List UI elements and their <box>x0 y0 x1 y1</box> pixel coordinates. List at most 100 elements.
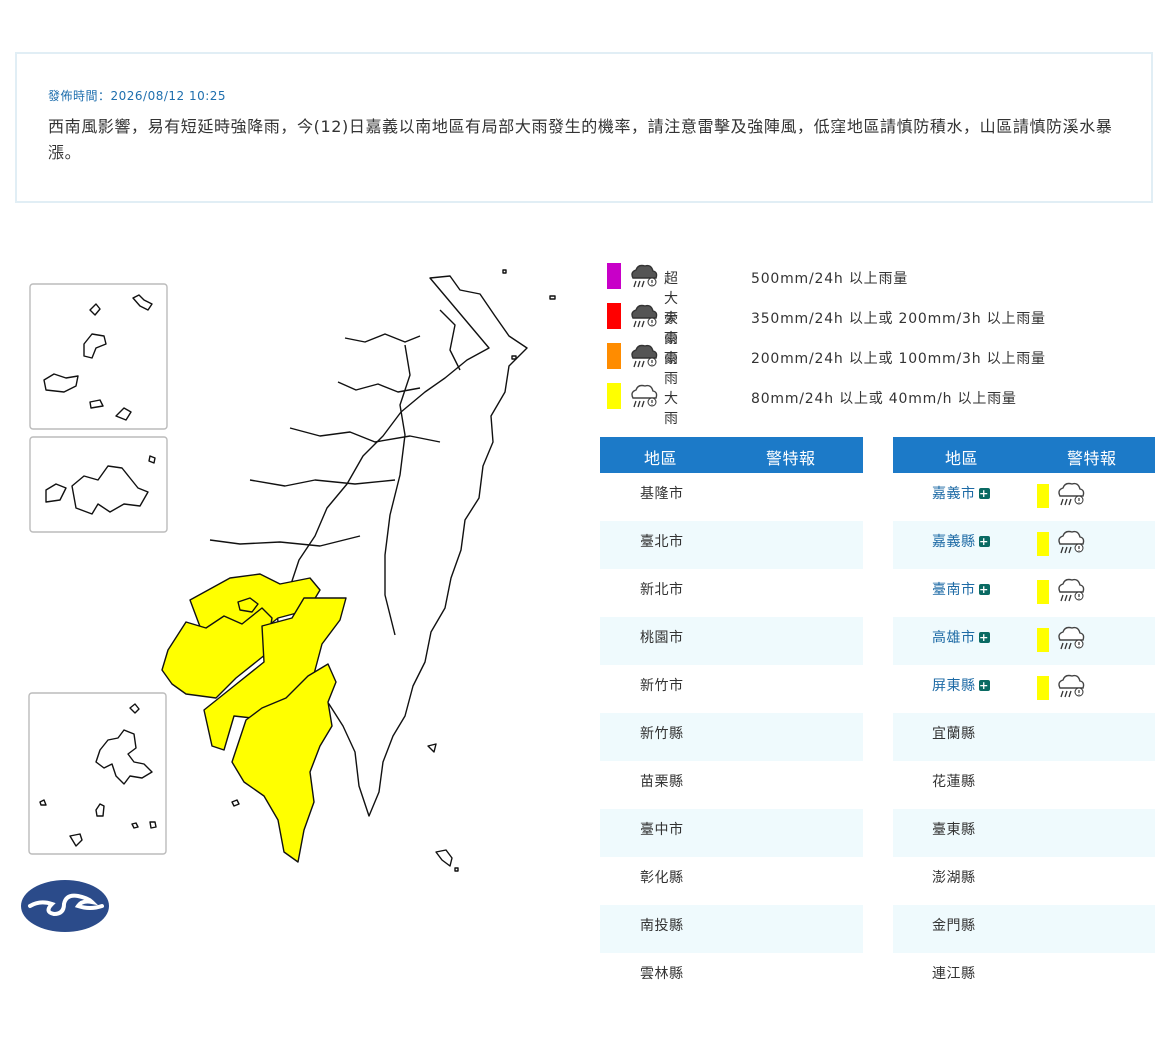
table-row: 臺南市 + <box>893 569 1155 617</box>
area-label: 花蓮縣 <box>932 774 976 790</box>
area-name: 澎湖縣 <box>932 867 976 887</box>
expand-plus-icon[interactable]: + <box>978 536 990 547</box>
warning-icon-wrap <box>1055 528 1085 558</box>
table-row: 宜蘭縣 <box>893 713 1155 761</box>
heavy-rain-icon <box>1058 578 1085 602</box>
area-label: 新北市 <box>640 582 684 598</box>
taiwan-warning-map <box>21 269 556 932</box>
area-name: 連江縣 <box>932 963 976 983</box>
legend-description: 350mm/24h 以上或 200mm/3h 以上雨量 <box>751 311 1046 327</box>
table-row: 新竹縣 <box>600 713 863 761</box>
table-header: 地區 警特報 <box>600 437 863 473</box>
table-row: 臺中市 <box>600 809 863 857</box>
expand-plus-icon[interactable]: + <box>978 680 990 691</box>
legend-color-swatch <box>607 383 621 409</box>
heavy-rain-icon <box>1058 626 1085 650</box>
area-label: 臺東縣 <box>932 822 976 838</box>
table-row: 新竹市 <box>600 665 863 713</box>
area-label[interactable]: 屏東縣 <box>932 678 976 694</box>
torrential-rain-icon <box>631 304 658 328</box>
heavy-rain-icon <box>1058 530 1085 554</box>
area-name: 花蓮縣 <box>932 771 976 791</box>
table-row: 桃園市 <box>600 617 863 665</box>
map-island-green <box>427 743 437 753</box>
table-row: 花蓮縣 <box>893 761 1155 809</box>
extremely-torrential-rain-icon <box>631 264 658 288</box>
table-row: 高雄市 + <box>893 617 1155 665</box>
area-label: 新竹市 <box>640 678 684 694</box>
area-label[interactable]: 嘉義縣 <box>932 534 976 550</box>
area-name: 桃園市 <box>640 627 684 647</box>
table-header: 地區 警特報 <box>893 437 1155 473</box>
area-label: 桃園市 <box>640 630 684 646</box>
area-link[interactable]: 嘉義縣 + <box>932 531 990 551</box>
area-link[interactable]: 屏東縣 + <box>932 675 990 695</box>
area-label[interactable]: 臺南市 <box>932 582 976 598</box>
cwa-logo <box>21 880 109 932</box>
table-row: 新北市 <box>600 569 863 617</box>
expand-plus-icon[interactable]: + <box>978 584 990 595</box>
area-label[interactable]: 高雄市 <box>932 630 976 646</box>
area-name: 新北市 <box>640 579 684 599</box>
area-label: 南投縣 <box>640 918 684 934</box>
legend-color-swatch <box>607 343 621 369</box>
warning-icon-wrap <box>1055 576 1085 606</box>
warning-icon-wrap <box>1055 672 1085 702</box>
area-label: 金門縣 <box>932 918 976 934</box>
area-link[interactable]: 臺南市 + <box>932 579 990 599</box>
area-link[interactable]: 高雄市 + <box>932 627 990 647</box>
table-row: 臺北市 <box>600 521 863 569</box>
area-label: 新竹縣 <box>640 726 684 742</box>
area-name: 臺北市 <box>640 531 684 551</box>
area-name: 臺東縣 <box>932 819 976 839</box>
area-name: 臺中市 <box>640 819 684 839</box>
table-row: 澎湖縣 <box>893 857 1155 905</box>
warning-level-swatch <box>1037 532 1049 556</box>
area-name: 苗栗縣 <box>640 771 684 791</box>
legend-name: 大雨 <box>664 391 679 427</box>
warning-icon-wrap <box>1055 480 1085 510</box>
table-row: 屏東縣 + <box>893 665 1155 713</box>
area-label: 基隆市 <box>640 486 684 502</box>
area-name: 彰化縣 <box>640 867 684 887</box>
area-label: 連江縣 <box>932 966 976 982</box>
table-row: 連江縣 <box>893 953 1155 1001</box>
table-row: 臺東縣 <box>893 809 1155 857</box>
area-label: 苗栗縣 <box>640 774 684 790</box>
legend-color-swatch <box>607 303 621 329</box>
legend-color-swatch <box>607 263 621 289</box>
expand-plus-icon[interactable]: + <box>978 632 990 643</box>
legend-icon-wrap <box>628 262 658 292</box>
issue-time: 發佈時間：2026/08/12 10:25 <box>48 89 227 103</box>
map-island-orchid <box>435 849 453 867</box>
warning-notice-box: 發佈時間：2026/08/12 10:25 西南風影響，易有短延時強降雨，今(1… <box>15 52 1153 203</box>
expand-plus-icon[interactable]: + <box>978 488 990 499</box>
area-label: 彰化縣 <box>640 870 684 886</box>
warning-level-swatch <box>1037 484 1049 508</box>
area-label[interactable]: 嘉義市 <box>932 486 976 502</box>
col-header-area: 地區 <box>644 449 678 468</box>
area-label: 臺北市 <box>640 534 684 550</box>
legend-description: 500mm/24h 以上雨量 <box>751 271 909 287</box>
area-link[interactable]: 嘉義市 + <box>932 483 990 503</box>
table-row: 嘉義市 + <box>893 473 1155 521</box>
table-row: 金門縣 <box>893 905 1155 953</box>
warning-icon-wrap <box>1055 624 1085 654</box>
heavy-rain-icon <box>1058 482 1085 506</box>
area-name: 新竹縣 <box>640 723 684 743</box>
extremely-heavy-rain-icon <box>631 344 658 368</box>
area-name: 新竹市 <box>640 675 684 695</box>
area-name: 宜蘭縣 <box>932 723 976 743</box>
table-row: 雲林縣 <box>600 953 863 1001</box>
area-label: 宜蘭縣 <box>932 726 976 742</box>
area-name: 南投縣 <box>640 915 684 935</box>
heavy-rain-icon <box>1058 674 1085 698</box>
area-label: 臺中市 <box>640 822 684 838</box>
table-row: 基隆市 <box>600 473 863 521</box>
legend-icon-wrap <box>628 302 658 332</box>
legend-icon-wrap <box>628 342 658 372</box>
area-label: 澎湖縣 <box>932 870 976 886</box>
legend-description: 80mm/24h 以上或 40mm/h 以上雨量 <box>751 391 1017 407</box>
area-name: 基隆市 <box>640 483 684 503</box>
legend-name: 豪雨 <box>664 351 679 387</box>
